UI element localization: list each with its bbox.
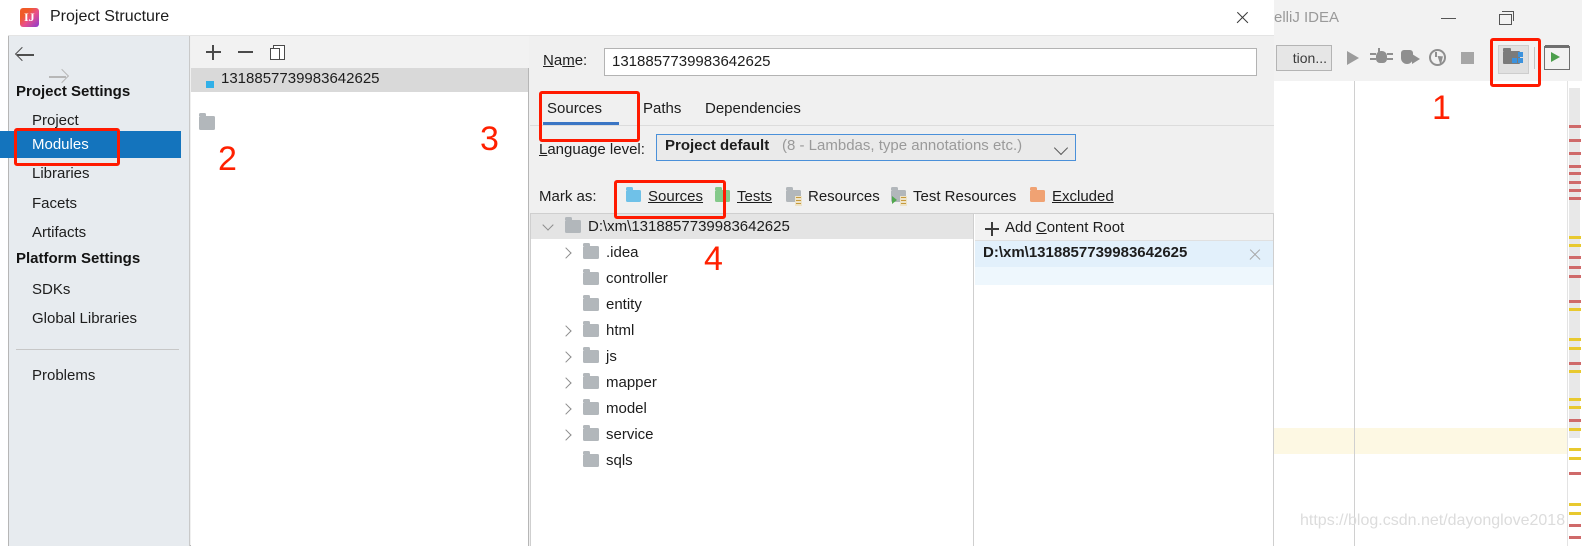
profiler-icon[interactable] [1427, 47, 1453, 70]
run-icon[interactable] [1340, 47, 1366, 70]
module-badge-icon [206, 81, 214, 88]
terminal-icon[interactable] [1544, 45, 1570, 70]
module-folder-icon [199, 113, 215, 130]
annotation-box-sources-tab [539, 91, 640, 142]
editor-area[interactable] [1355, 81, 1567, 546]
sidebar-divider [16, 349, 179, 350]
tree-item-label: mapper [606, 374, 657, 391]
run-with-coverage-icon[interactable] [1398, 47, 1424, 70]
folder-icon [583, 295, 599, 311]
folder-icon [583, 373, 599, 389]
editor-gutter-divider [1354, 81, 1355, 546]
tree-item-label: html [606, 322, 635, 339]
annotation-number-4: 4 [704, 240, 723, 278]
stop-icon[interactable] [1456, 47, 1482, 70]
folder-icon [565, 217, 581, 233]
editor-highlighted-line [1266, 428, 1567, 454]
folder-icon [583, 321, 599, 337]
tab-dependencies[interactable]: Dependencies [705, 96, 801, 124]
content-root-subrow [975, 267, 1273, 285]
ide-window-title: elliJ IDEA [1274, 9, 1340, 26]
language-level-value: Project default [665, 137, 770, 154]
mark-as-excluded-label: Excluded [1052, 188, 1114, 205]
remove-content-root-icon[interactable] [1248, 248, 1262, 262]
run-configuration-selector[interactable]: tion... [1276, 45, 1332, 71]
chevron-right-icon[interactable] [558, 370, 574, 396]
back-arrow-icon[interactable] [14, 44, 40, 66]
tree-item-label: sqls [606, 452, 633, 469]
chevron-right-icon[interactable] [558, 422, 574, 448]
mark-as-test-resources-button[interactable]: Test Resources [889, 185, 1016, 209]
watermark: https://blog.csdn.net/dayonglove2018 [1300, 512, 1566, 529]
sidebar-item-artifacts[interactable]: Artifacts [0, 219, 181, 246]
annotation-box-modules [14, 128, 120, 166]
content-root-label: D:\xm\1318857739983642625 [983, 244, 1188, 261]
tree-item-label: controller [606, 270, 668, 287]
mark-as-label: Mark as: [539, 188, 597, 205]
mark-as-tests-label: Tests [737, 188, 773, 205]
chevron-right-icon[interactable] [558, 396, 574, 422]
tree-item-label: js [606, 348, 617, 365]
modules-list [191, 68, 529, 546]
debug-icon[interactable] [1369, 47, 1395, 70]
folder-icon [583, 451, 599, 467]
sidebar-item-sdks[interactable]: SDKs [0, 276, 181, 303]
excluded-folder-icon [1030, 187, 1045, 202]
remove-icon[interactable] [232, 39, 258, 65]
folder-icon [583, 399, 599, 415]
folder-icon [583, 269, 599, 285]
mark-as-excluded-button[interactable]: Excluded [1028, 185, 1114, 209]
mark-as-test-resources-label: Test Resources [913, 188, 1017, 205]
chevron-down-icon[interactable] [540, 214, 556, 240]
module-name-label: 1318857739983642625 [221, 70, 380, 87]
sidebar-item-facets[interactable]: Facets [0, 190, 181, 217]
language-level-label: Language level: [539, 141, 645, 158]
mark-as-resources-label: Resources [808, 188, 880, 205]
annotation-number-2: 2 [218, 140, 237, 178]
mark-as-resources-button[interactable]: Resources [784, 185, 880, 209]
test-resources-folder-icon [891, 187, 907, 206]
sidebar-item-global-libraries[interactable]: Global Libraries [0, 305, 181, 332]
copy-icon[interactable] [264, 39, 290, 65]
folder-icon [583, 425, 599, 441]
add-icon[interactable] [985, 222, 999, 236]
resources-folder-icon [786, 187, 802, 206]
chevron-right-icon[interactable] [558, 344, 574, 370]
tab-paths[interactable]: Paths [643, 96, 681, 124]
annotation-box-project-structure-icon [1490, 38, 1541, 87]
name-input[interactable]: 1318857739983642625 [604, 48, 1257, 76]
tree-item-label: service [606, 426, 654, 443]
annotation-number-3: 3 [480, 120, 499, 158]
detail-tabstrip [530, 92, 1274, 124]
add-content-root-button[interactable]: Add Content Root [1005, 219, 1124, 236]
chevron-right-icon[interactable] [558, 318, 574, 344]
folder-icon [583, 243, 599, 259]
language-level-hint: (8 - Lambdas, type annotations etc.) [782, 137, 1023, 154]
sidebar-item-problems[interactable]: Problems [0, 362, 181, 389]
name-label: Name: [543, 52, 588, 69]
annotation-box-mark-as-sources [614, 180, 726, 219]
tree-item-label: entity [606, 296, 642, 313]
sidebar-group-platform-settings: Platform Settings [16, 250, 141, 267]
tree-item-label: model [606, 400, 647, 417]
close-icon[interactable] [1228, 6, 1256, 30]
dialog-titlebar [8, 0, 1274, 36]
window-restore-button[interactable] [1494, 6, 1518, 30]
annotation-number-1: 1 [1432, 89, 1451, 127]
dialog-title: Project Structure [50, 8, 170, 25]
chevron-right-icon[interactable] [558, 240, 574, 266]
folder-icon [583, 347, 599, 363]
sidebar-group-project-settings: Project Settings [16, 83, 131, 100]
window-minimize-button[interactable] [1438, 8, 1460, 28]
add-icon[interactable] [200, 39, 226, 65]
tree-item-label: .idea [606, 244, 639, 261]
editor-gutter [1266, 81, 1355, 546]
intellij-idea-logo-icon: IJ [20, 8, 39, 27]
